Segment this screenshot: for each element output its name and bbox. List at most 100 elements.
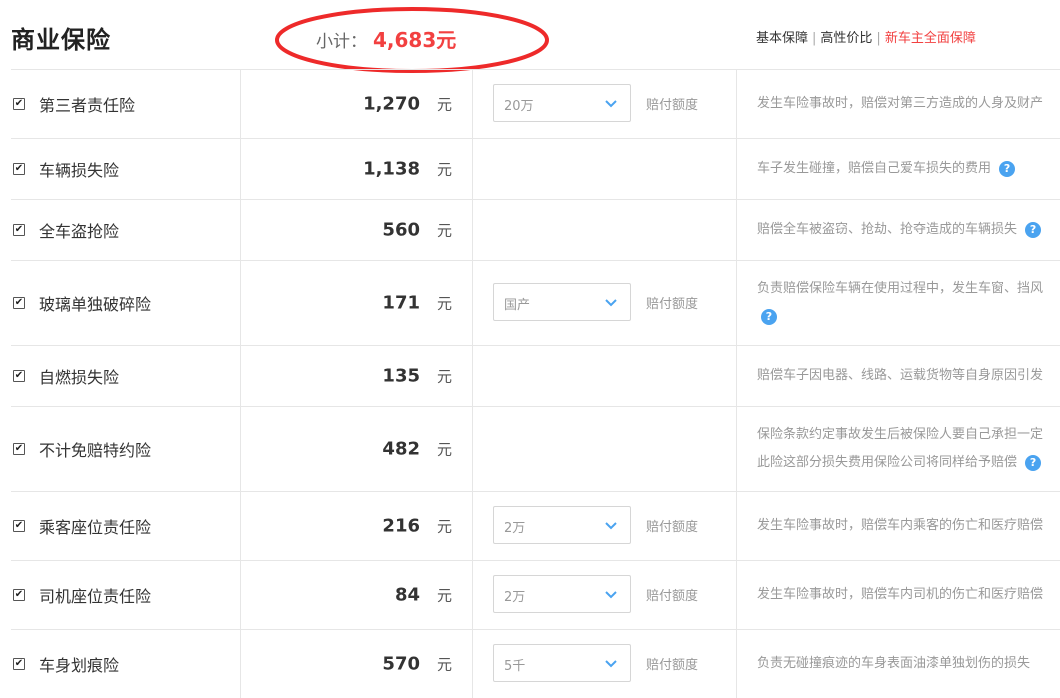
insurance-name: 玻璃单独破碎险 <box>39 295 152 314</box>
help-icon[interactable]: ? <box>761 308 777 325</box>
name-cell: ✔ 不计免赔特约险 <box>11 407 241 491</box>
table-row: ✔ 车辆损失险 1,138 元 车子发生碰撞，赔偿自己爱车损失的费用? <box>11 138 1060 199</box>
insurance-table: ✔ 第三者责任险 1,270 元 20万 赔付额度 发生车险事故时，赔偿对第三方造成的人身及… <box>11 69 1060 698</box>
price-cell: 482 元 <box>241 407 473 491</box>
checkbox[interactable]: ✔ <box>13 370 25 382</box>
currency-unit: 元 <box>436 586 452 605</box>
chevron-down-icon <box>605 660 617 668</box>
insurance-name: 车身划痕险 <box>39 656 120 675</box>
plan-link[interactable]: 高性价比 <box>820 31 872 46</box>
section-header: 商业保险 小计： 4,683元 基本保障 | 高性价比 | 新车主全面保障 <box>0 0 1060 73</box>
description: 车子发生碰撞，赔偿自己爱车损失的费用? <box>757 155 1060 183</box>
price-cell: 1,138 元 <box>241 139 473 199</box>
chevron-down-icon <box>605 591 617 599</box>
chevron-down-icon <box>605 299 617 307</box>
description: 保险条款约定事故发生后被保险人要自己承担一定 此险这部分损失费用保险公司将同样给予… <box>757 421 1060 477</box>
checkbox[interactable]: ✔ <box>13 98 25 110</box>
price-cell: 216 元 <box>241 492 473 560</box>
option-label: 赔付额度 <box>646 520 699 535</box>
coverage-select[interactable]: 2万 <box>493 506 631 544</box>
subtotal-amount: 4,683元 <box>373 28 457 52</box>
checkbox[interactable]: ✔ <box>13 443 25 455</box>
coverage-select-value: 5千 <box>504 659 526 674</box>
description-line: 发生车险事故时，赔偿车内乘客的伤亡和医疗赔偿 <box>757 512 1060 540</box>
currency-unit: 元 <box>436 221 452 240</box>
description-text: 发生车险事故时，赔偿对第三方造成的人身及财产 <box>757 96 1044 111</box>
insurance-name: 第三者责任险 <box>39 96 136 115</box>
description: 负责赔偿保险车辆在使用过程中，发生车窗、挡风? <box>757 275 1060 331</box>
description-cell: 赔偿全车被盗窃、抢劫、抢夺造成的车辆损失? <box>737 200 1060 260</box>
description-cell: 发生车险事故时，赔偿对第三方造成的人身及财产 <box>737 70 1060 138</box>
name-cell: ✔ 车身划痕险 <box>11 630 241 698</box>
help-icon[interactable]: ? <box>999 160 1016 177</box>
currency-unit: 元 <box>436 440 452 459</box>
table-row: ✔ 乘客座位责任险 216 元 2万 赔付额度 发生车险事故时，赔偿车内乘客的伤亡和医疗赔偿 <box>11 491 1060 560</box>
currency-unit: 元 <box>436 160 452 179</box>
premium-amount: 216 <box>382 515 420 537</box>
checkbox[interactable]: ✔ <box>13 163 25 175</box>
plan-separator: | <box>876 31 881 46</box>
premium-amount: 84 <box>394 584 420 606</box>
table-row: ✔ 玻璃单独破碎险 171 元 国产 赔付额度 负责赔偿保险车辆在使用过程中，发生车窗、挡风… <box>11 260 1060 345</box>
description-line: 保险条款约定事故发生后被保险人要自己承担一定 <box>757 421 1060 449</box>
checkbox[interactable]: ✔ <box>13 589 25 601</box>
currency-unit: 元 <box>436 517 452 536</box>
name-cell: ✔ 第三者责任险 <box>11 70 241 138</box>
currency-unit: 元 <box>436 294 452 313</box>
subtotal-label: 小计： <box>316 32 367 52</box>
option-cell <box>473 139 737 199</box>
checkbox[interactable]: ✔ <box>13 520 25 532</box>
option-label: 赔付额度 <box>646 658 699 673</box>
coverage-select[interactable]: 2万 <box>493 575 631 613</box>
option-cell <box>473 200 737 260</box>
name-cell: ✔ 乘客座位责任险 <box>11 492 241 560</box>
option-label: 赔付额度 <box>646 297 699 312</box>
plan-link[interactable]: 新车主全面保障 <box>885 31 976 46</box>
price-cell: 560 元 <box>241 200 473 260</box>
plan-link[interactable]: 基本保障 <box>756 31 808 46</box>
price-cell: 171 元 <box>241 261 473 345</box>
checkbox[interactable]: ✔ <box>13 297 25 309</box>
description-line: 赔偿车子因电器、线路、运载货物等自身原因引发 <box>757 362 1060 390</box>
page-title: 商业保险 <box>11 26 111 54</box>
premium-amount: 1,270 <box>363 93 420 115</box>
table-row: ✔ 司机座位责任险 84 元 2万 赔付额度 发生车险事故时，赔偿车内司机的伤亡和医疗赔偿 <box>11 560 1060 629</box>
checkbox[interactable]: ✔ <box>13 224 25 236</box>
option-label: 赔付额度 <box>646 98 699 113</box>
currency-unit: 元 <box>436 367 452 386</box>
description-text: 发生车险事故时，赔偿车内司机的伤亡和医疗赔偿 <box>757 587 1044 602</box>
description-line: 负责无碰撞痕迹的车身表面油漆单独划伤的损失 <box>757 650 1060 678</box>
plan-separator: | <box>812 31 817 46</box>
description: 发生车险事故时，赔偿对第三方造成的人身及财产 <box>757 90 1060 118</box>
description-cell: 发生车险事故时，赔偿车内乘客的伤亡和医疗赔偿 <box>737 492 1060 560</box>
name-cell: ✔ 车辆损失险 <box>11 139 241 199</box>
plan-links: 基本保障 | 高性价比 | 新车主全面保障 <box>756 27 976 46</box>
coverage-select[interactable]: 20万 <box>493 84 631 122</box>
premium-amount: 171 <box>382 292 420 314</box>
description-line: 负责赔偿保险车辆在使用过程中，发生车窗、挡风 <box>757 275 1060 303</box>
option-cell: 5千 赔付额度 <box>473 630 737 698</box>
currency-unit: 元 <box>436 655 452 674</box>
coverage-select-value: 2万 <box>504 590 526 605</box>
table-row: ✔ 全车盗抢险 560 元 赔偿全车被盗窃、抢劫、抢夺造成的车辆损失? <box>11 199 1060 260</box>
description: 赔偿全车被盗窃、抢劫、抢夺造成的车辆损失? <box>757 216 1060 244</box>
help-icon[interactable]: ? <box>1025 221 1042 238</box>
insurance-name: 自燃损失险 <box>39 368 120 387</box>
description-line: 发生车险事故时，赔偿对第三方造成的人身及财产 <box>757 90 1060 118</box>
price-cell: 84 元 <box>241 561 473 629</box>
description-line: ? <box>757 303 1060 331</box>
coverage-select[interactable]: 5千 <box>493 644 631 682</box>
coverage-select[interactable]: 国产 <box>493 283 631 321</box>
price-cell: 135 元 <box>241 346 473 406</box>
premium-amount: 570 <box>382 653 420 675</box>
insurance-name: 全车盗抢险 <box>39 222 120 241</box>
help-icon[interactable]: ? <box>1025 454 1042 471</box>
option-cell: 20万 赔付额度 <box>473 70 737 138</box>
checkbox[interactable]: ✔ <box>13 658 25 670</box>
description-line: 赔偿全车被盗窃、抢劫、抢夺造成的车辆损失? <box>757 216 1060 244</box>
table-row: ✔ 自燃损失险 135 元 赔偿车子因电器、线路、运载货物等自身原因引发 <box>11 345 1060 406</box>
subtotal: 小计： 4,683元 <box>316 24 456 53</box>
description-text: 负责赔偿保险车辆在使用过程中，发生车窗、挡风 <box>757 281 1044 296</box>
insurance-name: 不计免赔特约险 <box>39 441 152 460</box>
description: 负责无碰撞痕迹的车身表面油漆单独划伤的损失 <box>757 650 1060 678</box>
